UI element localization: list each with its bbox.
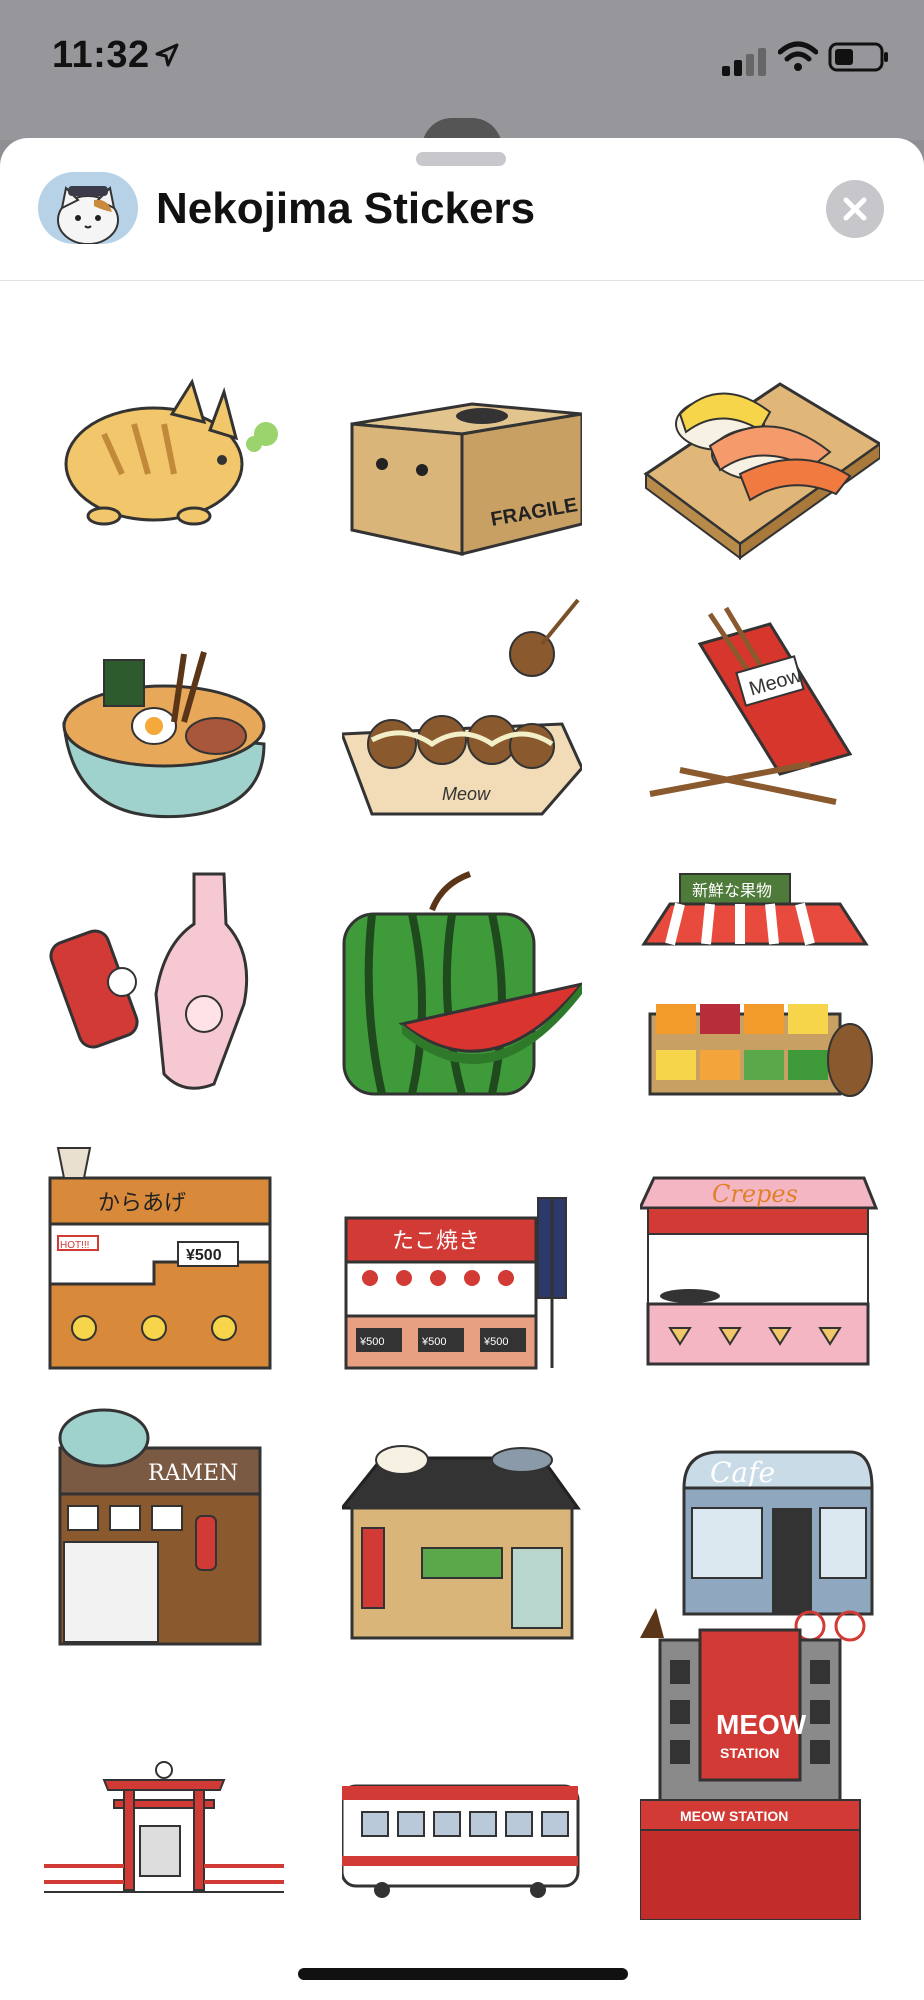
sticker-takoyaki-stall[interactable]: たこ焼き ¥500 ¥500 ¥500 bbox=[342, 1138, 582, 1378]
sticker-label: RAMEN bbox=[148, 1461, 238, 1486]
sticker-price: ¥500 bbox=[359, 1336, 384, 1348]
sticker-karaage-stall[interactable]: からあげ HOT!!! ¥500 bbox=[44, 1138, 284, 1378]
sticker-price: ¥500 bbox=[483, 1336, 508, 1348]
close-button[interactable] bbox=[826, 180, 884, 238]
sticker-label: たこ焼き bbox=[392, 1229, 480, 1254]
status-bar: 11:32 bbox=[0, 0, 924, 178]
sticker-label: Meow bbox=[442, 784, 491, 804]
sticker-label: 新鮮な果物 bbox=[692, 881, 772, 900]
sticker-crepes-stall[interactable]: Crepes bbox=[640, 1138, 880, 1378]
box-icon: FRAGILE bbox=[350, 402, 582, 556]
stall-icon: からあげ HOT!!! ¥500 bbox=[48, 1147, 272, 1370]
takoyaki-icon: Meow bbox=[342, 598, 582, 816]
sticker-sub-label: STATION bbox=[720, 1745, 779, 1761]
cat-icon bbox=[64, 378, 278, 526]
sticker-label: からあげ bbox=[98, 1191, 186, 1216]
sticker-price: ¥500 bbox=[421, 1336, 446, 1348]
sticker-chubby-cat[interactable] bbox=[44, 334, 284, 574]
sticker-cafe[interactable]: Cafe bbox=[640, 1408, 880, 1648]
sticker-ramune-and-can[interactable] bbox=[44, 864, 284, 1104]
sheet-header: Nekojima Stickers bbox=[0, 138, 924, 281]
sushi-icon bbox=[643, 382, 880, 560]
cellular-signal-icon bbox=[722, 48, 766, 76]
sticker-takoyaki[interactable]: Meow bbox=[342, 594, 582, 834]
shop-icon bbox=[342, 1445, 581, 1640]
sticker-ramen-shop[interactable]: RAMEN bbox=[44, 1408, 284, 1648]
sticker-fragile-box[interactable]: FRAGILE bbox=[342, 334, 582, 574]
wifi-icon bbox=[778, 41, 818, 71]
status-time: 11:32 bbox=[52, 34, 150, 76]
snack-icon: Meow bbox=[649, 606, 853, 805]
cafe-icon: Cafe bbox=[640, 1450, 874, 1642]
sticker-sheet: Nekojima Stickers FRAGILE Meow Meow 新鮮な果… bbox=[0, 138, 924, 2000]
sticker-tag: HOT!!! bbox=[60, 1240, 89, 1251]
sheet-title: Nekojima Stickers bbox=[156, 184, 536, 233]
shop-icon: RAMEN bbox=[58, 1408, 262, 1646]
stall-icon: Crepes bbox=[640, 1176, 879, 1366]
close-icon bbox=[843, 197, 867, 221]
fruit-stand-icon: 新鮮な果物 bbox=[641, 873, 873, 1097]
sticker-sushi-board[interactable] bbox=[640, 334, 880, 574]
battery-icon bbox=[828, 42, 888, 72]
home-indicator[interactable] bbox=[298, 1968, 628, 1980]
sticker-price: ¥500 bbox=[186, 1247, 222, 1264]
sticker-pocky-box[interactable]: Meow bbox=[640, 594, 880, 834]
watermelon-icon bbox=[342, 871, 582, 1096]
sticker-ramen-bowl[interactable] bbox=[44, 594, 284, 834]
sticker-square-watermelon[interactable] bbox=[342, 864, 582, 1104]
ramen-icon bbox=[62, 651, 266, 819]
sticker-banner: MEOW STATION bbox=[680, 1808, 788, 1824]
sticker-meow-station[interactable]: MEOW STATION MEOW STATION bbox=[640, 1620, 880, 1920]
sticker-sushi-shop[interactable] bbox=[342, 1408, 582, 1648]
sticker-fruit-stand[interactable]: 新鮮な果物 bbox=[640, 864, 880, 1104]
location-arrow-icon bbox=[155, 43, 179, 67]
sticker-label: Cafe bbox=[710, 1456, 775, 1489]
sticker-tram[interactable] bbox=[342, 1676, 582, 1916]
drink-icon bbox=[49, 872, 249, 1090]
building-icon: MEOW STATION MEOW STATION bbox=[640, 1628, 861, 1920]
tram-icon bbox=[342, 1784, 580, 1898]
shrine-icon bbox=[44, 1761, 284, 1893]
sticker-torii-gate[interactable] bbox=[44, 1676, 284, 1916]
sticker-label: MEOW bbox=[716, 1709, 807, 1740]
stall-icon: たこ焼き ¥500 ¥500 ¥500 bbox=[344, 1197, 567, 1370]
cat-pilot-icon bbox=[38, 172, 138, 244]
sticker-label: Crepes bbox=[712, 1180, 798, 1208]
app-icon bbox=[38, 172, 138, 244]
